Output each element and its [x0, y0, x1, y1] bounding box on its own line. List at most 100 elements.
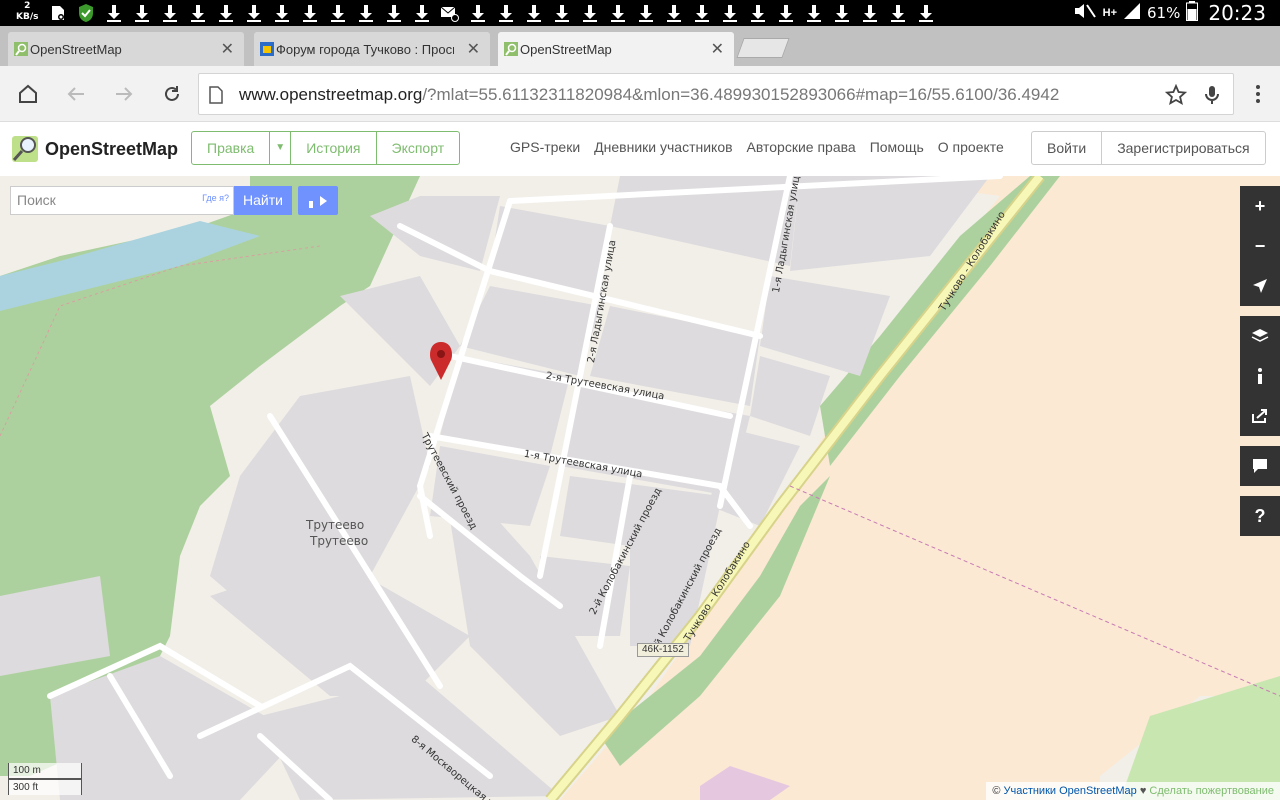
tab-title: OpenStreetMap: [30, 41, 122, 57]
map-view[interactable]: 2-я Трутеевская улица 1-я Трутеевская ул…: [0, 176, 1280, 800]
tab-openstreetmap-1[interactable]: OpenStreetMap ✕: [8, 32, 244, 66]
download-icon: [212, 0, 240, 26]
search-input[interactable]: Поиск Где я?: [10, 186, 234, 215]
login-button[interactable]: Войти: [1032, 132, 1103, 164]
locate-button[interactable]: [1240, 266, 1280, 306]
tab-close-button[interactable]: ✕: [221, 39, 234, 59]
auth-buttons: Войти Зарегистрироваться: [1031, 131, 1266, 165]
zoom-in-button[interactable]: +: [1240, 186, 1280, 226]
contributors-link[interactable]: Участники OpenStreetMap: [1003, 785, 1136, 797]
signup-button[interactable]: Зарегистрироваться: [1102, 132, 1264, 164]
layers-button[interactable]: [1240, 316, 1280, 356]
download-icon: [296, 0, 324, 26]
download-icon: [268, 0, 296, 26]
scale-meters: 100 m: [8, 763, 82, 779]
forward-button[interactable]: [110, 80, 138, 108]
home-icon: [19, 84, 37, 103]
speed-value: 2: [24, 1, 31, 11]
directions-button[interactable]: [298, 186, 338, 215]
export-button[interactable]: Экспорт: [377, 132, 460, 164]
new-tab-button[interactable]: [736, 38, 790, 58]
zoom-out-button[interactable]: −: [1240, 226, 1280, 266]
download-icon: [688, 0, 716, 26]
menu-button[interactable]: [1244, 80, 1272, 108]
tab-openstreetmap-active[interactable]: OpenStreetMap ✕: [498, 32, 734, 66]
map-canvas[interactable]: [0, 176, 1280, 800]
download-icon: [156, 0, 184, 26]
signal-icon: [1123, 2, 1141, 25]
site-title[interactable]: OpenStreetMap: [45, 139, 178, 160]
zoom-controls: + −: [1240, 186, 1280, 306]
download-icon: [548, 0, 576, 26]
download-icon: [520, 0, 548, 26]
nav-copyright[interactable]: Авторские права: [747, 139, 856, 155]
road-shield: 46К-1152: [637, 643, 689, 657]
note-control: [1240, 446, 1280, 486]
download-icon: [772, 0, 800, 26]
download-icon: [184, 0, 212, 26]
tab-forum[interactable]: Форум города Тучково : Просм ✕: [254, 32, 490, 66]
network-type: H+: [1102, 7, 1118, 19]
download-icon: [856, 0, 884, 26]
battery-icon: [1186, 0, 1199, 26]
edit-dropdown-button[interactable]: ▼: [270, 132, 292, 164]
back-arrow-icon: [67, 87, 84, 101]
edit-button[interactable]: Правка: [192, 132, 271, 164]
microphone-icon[interactable]: [1201, 84, 1223, 106]
download-icon: [100, 0, 128, 26]
secondary-nav: GPS-треки Дневники участников Авторские …: [510, 139, 1004, 155]
search-placeholder: Поиск: [17, 192, 56, 208]
forward-arrow-icon: [116, 87, 133, 101]
donate-link[interactable]: Сделать пожертвование: [1149, 785, 1274, 797]
speed-unit: KB/s: [16, 12, 39, 22]
where-am-i-link[interactable]: Где я?: [202, 187, 229, 209]
osm-favicon-icon: [504, 42, 518, 56]
download-icon: [492, 0, 520, 26]
back-button[interactable]: [62, 80, 90, 108]
page-icon: [209, 86, 223, 104]
bookmark-star-icon[interactable]: [1165, 84, 1187, 106]
mute-icon: [1073, 2, 1097, 25]
download-icon: [352, 0, 380, 26]
add-note-button[interactable]: [1240, 446, 1280, 486]
tab-title: Форум города Тучково : Просм: [276, 41, 454, 57]
download-icon: [744, 0, 772, 26]
copyright-symbol: ©: [992, 785, 1001, 797]
shield-icon: [72, 0, 100, 26]
download-icon: [128, 0, 156, 26]
nav-diaries[interactable]: Дневники участников: [594, 139, 732, 155]
reload-button[interactable]: [158, 80, 186, 108]
share-icon: [1252, 409, 1267, 423]
sd-card-settings-icon: [44, 0, 72, 26]
search-bar: Поиск Где я? Найти: [10, 186, 338, 215]
battery-percent: 61%: [1147, 4, 1181, 22]
nav-help[interactable]: Помощь: [870, 139, 924, 155]
status-bar: 2 KB/s H+ 61% 20:23: [0, 0, 1280, 26]
network-speed: 2 KB/s: [16, 1, 38, 23]
download-icon: [576, 0, 604, 26]
info-button[interactable]: [1240, 356, 1280, 396]
download-icon: [660, 0, 688, 26]
osm-logo-icon[interactable]: [10, 134, 40, 164]
nav-gps-traces[interactable]: GPS-треки: [510, 139, 580, 155]
download-icon: [324, 0, 352, 26]
tab-close-button[interactable]: ✕: [467, 39, 480, 59]
history-button[interactable]: История: [291, 132, 377, 164]
query-features-button[interactable]: ?: [1240, 496, 1280, 536]
home-button[interactable]: [14, 80, 42, 108]
browser-toolbar: www.openstreetmap.org/?mlat=55.611323118…: [0, 66, 1280, 122]
tab-title: OpenStreetMap: [520, 41, 612, 57]
tab-close-button[interactable]: ✕: [711, 39, 724, 59]
url-text[interactable]: www.openstreetmap.org/?mlat=55.611323118…: [239, 85, 1059, 105]
layers-icon: [1251, 329, 1269, 342]
layer-controls: [1240, 316, 1280, 436]
nav-about[interactable]: О проекте: [938, 139, 1004, 155]
download-icon: [884, 0, 912, 26]
search-button[interactable]: Найти: [234, 186, 292, 215]
forum-favicon-icon: [260, 42, 274, 56]
url-path: /?mlat=55.61132311820984&mlon=36.4899301…: [422, 85, 1060, 104]
address-bar[interactable]: www.openstreetmap.org/?mlat=55.611323118…: [198, 73, 1234, 115]
download-icon: [380, 0, 408, 26]
share-button[interactable]: [1240, 396, 1280, 436]
download-icon: [604, 0, 632, 26]
